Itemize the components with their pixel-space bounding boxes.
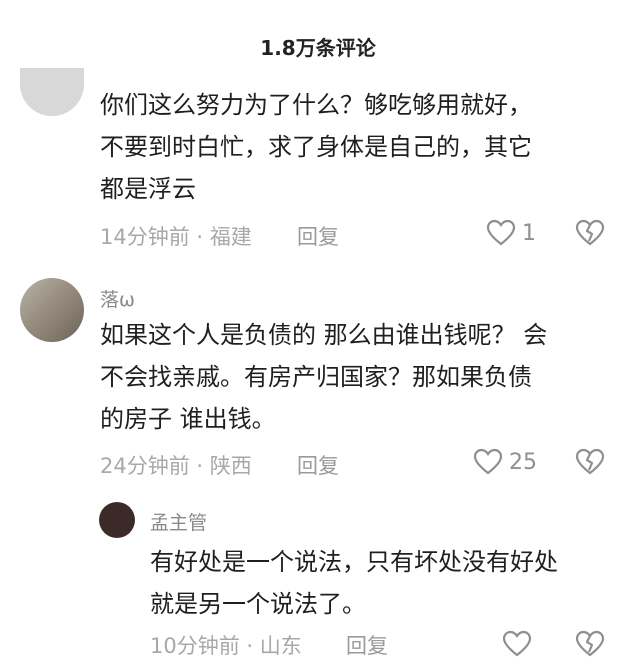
broken-heart-icon[interactable]: [575, 630, 605, 658]
avatar[interactable]: [99, 502, 135, 538]
reply-button[interactable]: 回复: [346, 630, 388, 660]
heart-icon[interactable]: [502, 630, 532, 658]
comment-text-line: 就是另一个说法了。: [150, 590, 366, 618]
comment-meta: 10分钟前 · 山东: [150, 634, 302, 658]
comment-text-line: 有好处是一个说法，只有坏处没有好处: [150, 548, 558, 576]
reply-item: 孟主管 有好处是一个说法，只有坏处没有好处 就是另一个说法了。 10分钟前 · …: [0, 0, 636, 658]
username[interactable]: 孟主管: [150, 508, 207, 535]
